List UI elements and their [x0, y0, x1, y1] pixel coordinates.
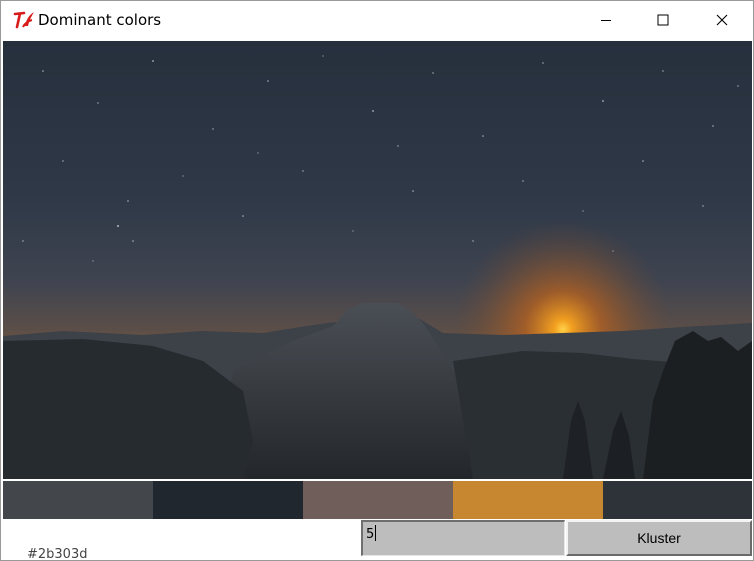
maximize-icon	[657, 14, 669, 26]
window-title: Dominant colors	[38, 11, 162, 29]
swatch-2	[153, 481, 303, 519]
cluster-count-value: 5	[366, 527, 375, 542]
swatch-5	[603, 481, 752, 519]
title-bar[interactable]: Dominant colors	[1, 1, 753, 39]
maximize-button[interactable]	[640, 1, 686, 39]
swatch-4	[453, 481, 603, 519]
swatch-1	[3, 481, 153, 519]
swatch-3	[303, 481, 453, 519]
close-button[interactable]	[699, 1, 745, 39]
minimize-icon	[601, 20, 611, 21]
landscape-photo	[3, 41, 752, 479]
kluster-button[interactable]: Kluster	[566, 520, 752, 556]
app-window: Dominant colors #2b303d 5 Kluster	[0, 0, 754, 561]
close-icon	[716, 14, 728, 26]
color-palette	[3, 481, 752, 519]
minimize-button[interactable]	[583, 1, 629, 39]
cluster-count-input[interactable]: 5	[361, 520, 565, 556]
image-preview	[3, 41, 752, 479]
hex-code-label: #2b303d	[27, 547, 88, 561]
tk-feather-icon	[13, 11, 34, 29]
text-cursor	[375, 525, 377, 541]
controls-bar: #2b303d 5 Kluster	[3, 519, 752, 561]
